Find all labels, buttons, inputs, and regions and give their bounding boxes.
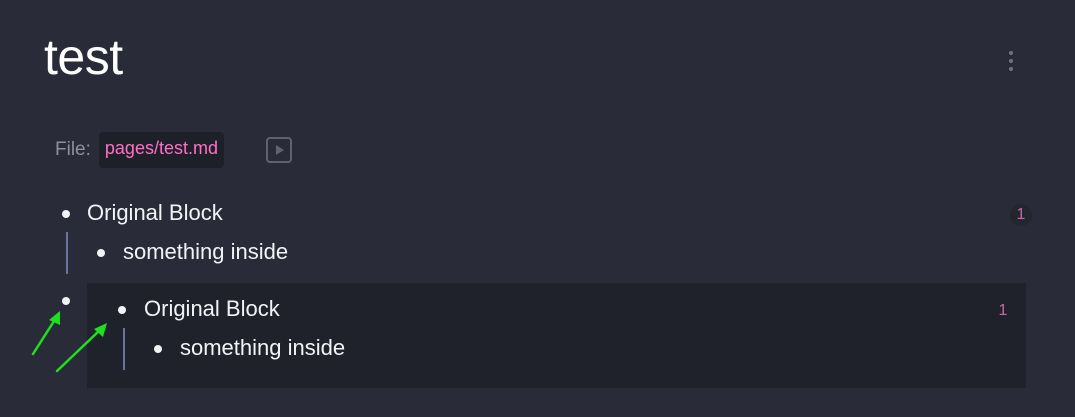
file-path-link[interactable]: pages/test.md: [98, 132, 224, 168]
block-bullet[interactable]: [62, 210, 70, 218]
arrow-icon: [31, 311, 60, 356]
children-guide-line[interactable]: [66, 232, 68, 274]
embedded-child-block-text[interactable]: something inside: [180, 335, 345, 361]
embed-block-bullet[interactable]: [62, 297, 70, 305]
embedded-block-ref-count[interactable]: 1: [992, 300, 1014, 322]
child-block-bullet[interactable]: [97, 249, 105, 257]
block-ref-count[interactable]: 1: [1010, 204, 1032, 226]
more-options-icon[interactable]: [1000, 46, 1022, 76]
child-block-text[interactable]: something inside: [123, 239, 288, 265]
embedded-children-guide-line[interactable]: [123, 328, 125, 370]
page-title[interactable]: test: [44, 28, 123, 86]
embedded-block-bullet[interactable]: [118, 306, 126, 314]
play-icon[interactable]: [265, 136, 293, 164]
file-label: File:: [55, 139, 91, 160]
block-text[interactable]: Original Block: [87, 200, 223, 226]
embedded-child-block-bullet[interactable]: [154, 345, 162, 353]
file-info: File: pages/test.md: [55, 132, 224, 168]
embedded-block-text[interactable]: Original Block: [144, 296, 280, 322]
